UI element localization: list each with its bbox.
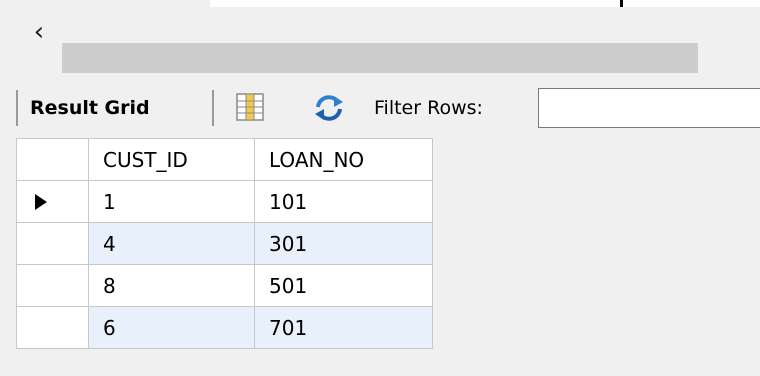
table-row[interactable]: 4 301 <box>16 222 433 265</box>
text-cursor <box>620 0 623 7</box>
cell-loan-no[interactable]: 701 <box>254 306 433 349</box>
row-header[interactable] <box>16 264 89 307</box>
filter-rows-label: Filter Rows: <box>374 97 483 119</box>
cell-loan-no[interactable]: 501 <box>254 264 433 307</box>
table-row[interactable]: 8 501 <box>16 264 433 307</box>
cell-loan-no[interactable]: 301 <box>254 222 433 265</box>
table-row[interactable]: 1 101 <box>16 180 433 223</box>
cell-loan-no[interactable]: 101 <box>254 180 433 223</box>
row-header[interactable] <box>16 222 89 265</box>
column-header-cust-id[interactable]: CUST_ID <box>88 138 255 181</box>
scrollbar-thumb[interactable] <box>62 43 698 73</box>
editor-area[interactable] <box>210 0 760 7</box>
grid-header-row: CUST_ID LOAN_NO <box>16 138 433 181</box>
cell-cust-id[interactable]: 4 <box>88 222 255 265</box>
toolbar-separator <box>212 90 214 126</box>
row-header[interactable] <box>16 180 89 223</box>
row-header[interactable] <box>16 306 89 349</box>
result-toolbar: Result Grid Filter Rows: <box>0 80 760 136</box>
cell-cust-id[interactable]: 8 <box>88 264 255 307</box>
filter-rows-input[interactable] <box>538 88 760 128</box>
horizontal-scrollbar[interactable]: ‹ <box>0 17 760 73</box>
table-row[interactable]: 6 701 <box>16 306 433 349</box>
current-row-arrow-icon <box>35 194 47 210</box>
form-grid-icon[interactable] <box>236 93 264 121</box>
cell-cust-id[interactable]: 1 <box>88 180 255 223</box>
column-header-loan-no[interactable]: LOAN_NO <box>254 138 433 181</box>
refresh-icon[interactable] <box>312 93 346 123</box>
cell-cust-id[interactable]: 6 <box>88 306 255 349</box>
result-grid[interactable]: CUST_ID LOAN_NO 1 101 4 301 8 501 6 701 <box>16 138 433 349</box>
chevron-left-icon[interactable]: ‹ <box>24 19 54 46</box>
toolbar-separator <box>16 90 18 126</box>
result-grid-tab[interactable]: Result Grid <box>30 80 150 136</box>
row-header-corner[interactable] <box>16 138 89 181</box>
editor-top-strip <box>0 0 760 16</box>
